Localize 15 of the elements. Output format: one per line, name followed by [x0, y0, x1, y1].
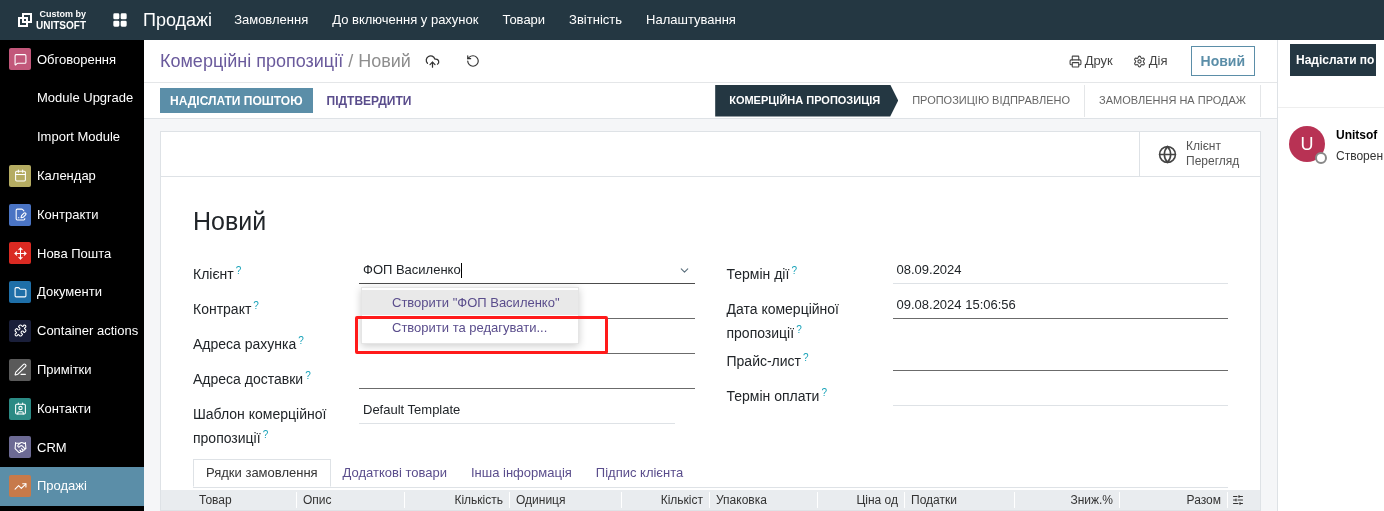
avatar: U — [1289, 126, 1325, 162]
message-text: Створен — [1336, 148, 1384, 165]
field-label: Шаблон комерційної пропозиції$^{?}$ — [193, 405, 327, 446]
breadcrumb: Комерційні пропозиції / Новий — [160, 49, 411, 73]
message-author: Unitsof — [1336, 127, 1379, 144]
record-title: Новий — [193, 206, 268, 237]
field-label: Термін дії$^{?}$ — [726, 265, 797, 282]
field-label: Клієнт$^{?}$ — [193, 265, 242, 282]
app-title: Продажі — [143, 8, 213, 32]
field-label: Адреса рахунка$^{?}$ — [193, 335, 304, 352]
field-label: Контракт$^{?}$ — [193, 300, 259, 317]
field-label: Прайс-лист$^{?}$ — [726, 352, 809, 369]
field-label: Адреса доставки$^{?}$ — [193, 370, 311, 387]
field-label: Термін оплати$^{?}$ — [726, 387, 827, 404]
field-label: Дата комерційної пропозиції$^{?}$ — [726, 300, 839, 341]
